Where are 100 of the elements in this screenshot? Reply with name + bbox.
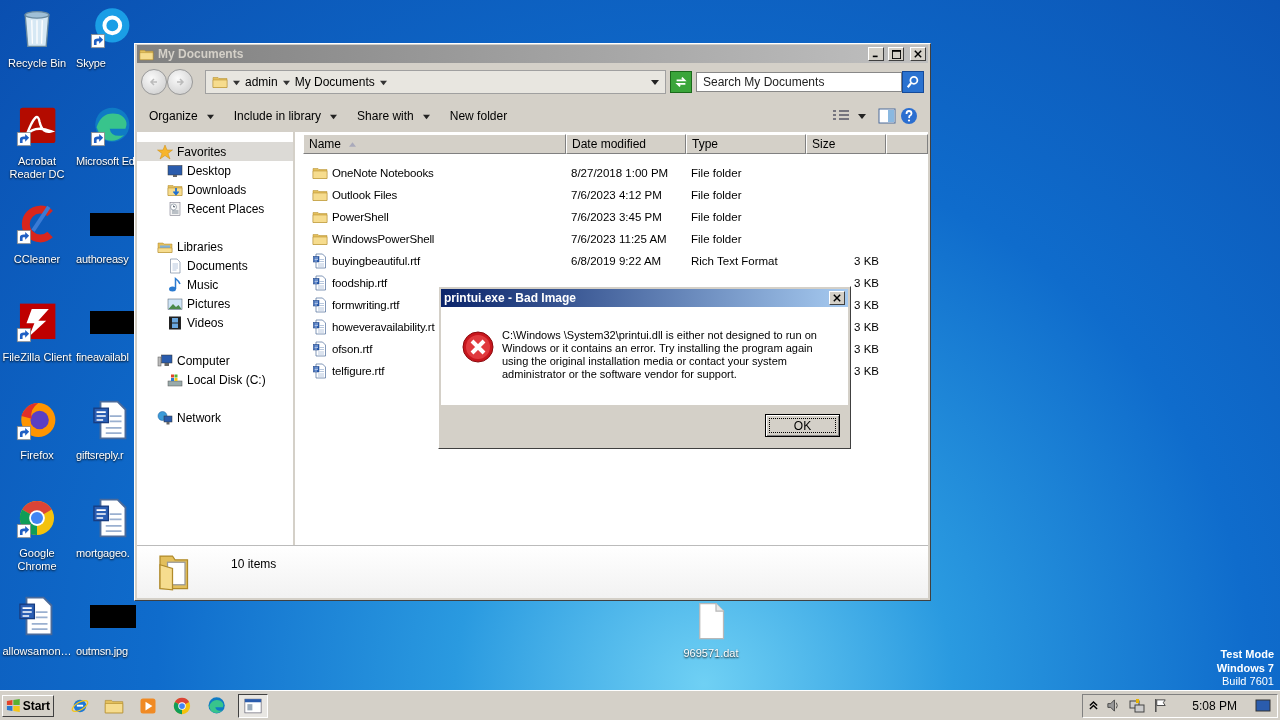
caret-icon[interactable]	[379, 78, 387, 86]
document-icon[interactable]	[312, 253, 328, 269]
network-icon[interactable]	[1129, 697, 1146, 714]
document-icon[interactable]	[312, 275, 328, 291]
document-icon[interactable]	[312, 297, 328, 313]
column-header[interactable]	[886, 134, 928, 154]
file-name[interactable]: foodship.rtf	[332, 277, 388, 289]
app-icon[interactable]	[90, 7, 132, 49]
document-icon[interactable]	[312, 341, 328, 357]
toolbar-button[interactable]: New folder	[443, 105, 514, 127]
file-name[interactable]: formwriting.rtf	[332, 299, 400, 311]
file-name[interactable]: ofson.rtf	[332, 343, 373, 355]
caret-icon[interactable]	[651, 78, 659, 86]
close-button[interactable]	[910, 47, 926, 61]
nav-item[interactable]: Downloads	[137, 180, 293, 199]
nav-item[interactable]: Libraries	[137, 237, 293, 256]
icon-label[interactable]: FileZilla Client	[0, 351, 74, 364]
browser-icon[interactable]	[90, 105, 132, 147]
icon-label[interactable]: Firefox	[0, 449, 74, 462]
file-name[interactable]: buyingbeautiful.rtf	[332, 255, 420, 267]
column-header[interactable]: Type	[686, 134, 806, 154]
computer-icon	[157, 352, 173, 369]
icon-label[interactable]: giftsreply.r	[76, 449, 124, 462]
icon-label[interactable]: CCleaner	[0, 253, 74, 266]
document-icon[interactable]	[312, 319, 328, 335]
icon-label[interactable]: authoreasy	[76, 253, 129, 266]
redacted-thumbnail[interactable]	[90, 604, 136, 628]
back-arrow-icon	[148, 76, 160, 88]
clock[interactable]: 5:08 PM	[1192, 698, 1237, 713]
icon-label[interactable]: Google Chrome	[0, 547, 74, 573]
show-desktop-icon[interactable]	[1255, 698, 1271, 713]
icon-label[interactable]: Microsoft Ed	[76, 155, 135, 168]
icon-label[interactable]: Acrobat Reader DC	[0, 155, 74, 181]
document-icon[interactable]	[312, 363, 328, 379]
close-button[interactable]	[829, 291, 845, 305]
ok-button[interactable]: OK	[765, 414, 840, 437]
nav-item[interactable]: Network	[137, 408, 293, 427]
refresh-icon	[674, 75, 688, 89]
size-cell: 3 KB	[854, 277, 879, 289]
nav-item[interactable]: Music	[137, 275, 293, 294]
redacted-thumbnail[interactable]	[90, 212, 136, 236]
column-header[interactable]: Name	[303, 134, 566, 154]
refresh-button[interactable]	[670, 71, 692, 93]
nav-item[interactable]: Favorites	[137, 142, 293, 161]
search-button[interactable]	[902, 71, 924, 93]
breadcrumb[interactable]: My Documents	[294, 75, 375, 89]
column-header[interactable]: Date modified	[566, 134, 686, 154]
app-icon[interactable]	[16, 105, 58, 147]
redacted-thumbnail[interactable]	[90, 310, 136, 334]
icon-label[interactable]: outmsn.jpg	[76, 645, 128, 658]
maximize-button[interactable]	[888, 47, 904, 61]
icon-label[interactable]: Recycle Bin	[0, 57, 74, 70]
error-message: C:\Windows \System32\printui.dll is either not designed to run on Windows or it contains an error. Try installing the program again using the original installation media or contact your system administrator or the software vendor for support.	[502, 329, 818, 381]
toolbar-button[interactable]: Organize	[143, 105, 220, 127]
taskbar-button[interactable]	[238, 693, 268, 718]
caret-icon[interactable]	[282, 78, 290, 86]
file-name[interactable]: PowerShell	[332, 211, 389, 223]
app-icon[interactable]	[16, 301, 58, 343]
caret-icon[interactable]	[858, 112, 866, 120]
nav-item[interactable]: Videos	[137, 313, 293, 332]
breadcrumb[interactable]: admin	[245, 75, 278, 89]
nav-item[interactable]: Local Disk (C:)	[137, 370, 293, 389]
nav-item[interactable]: Recent Places	[137, 199, 293, 218]
date-cell: 6/8/2019 9:22 AM	[571, 255, 662, 267]
icon-label[interactable]: mortgageo.	[76, 547, 130, 560]
help-icon[interactable]	[900, 107, 918, 125]
forward-arrow-icon	[174, 76, 186, 88]
chevron-icon[interactable]	[1089, 700, 1099, 711]
nav-item[interactable]: Desktop	[137, 161, 293, 180]
browser-icon	[172, 695, 192, 716]
nav-item[interactable]: Computer	[137, 351, 293, 370]
nav-item[interactable]: Documents	[137, 256, 293, 275]
nav-item[interactable]: Pictures	[137, 294, 293, 313]
view-options-icon[interactable]	[832, 109, 850, 123]
type-cell: File folder	[691, 189, 742, 201]
start-button[interactable]: Start	[2, 694, 54, 717]
file-name[interactable]: telfigure.rtf	[332, 365, 385, 377]
preview-pane-icon[interactable]	[878, 108, 896, 124]
window-icon	[243, 695, 263, 716]
search-field[interactable]: Search My Documents	[696, 72, 902, 92]
address-bar[interactable]: admin My Documents	[205, 70, 666, 94]
error-icon	[462, 331, 494, 363]
icon-label[interactable]: fineavailabl	[76, 351, 129, 364]
network-icon	[157, 409, 173, 426]
icon-label[interactable]: Skype	[76, 57, 106, 70]
file-name[interactable]: Outlook Files	[332, 189, 398, 201]
caret-icon[interactable]	[233, 78, 240, 86]
toolbar-button[interactable]: Include in library	[227, 105, 344, 127]
toolbar-button[interactable]: Share with	[351, 105, 436, 127]
flag-icon[interactable]	[1153, 698, 1169, 713]
file-name[interactable]: OneNote Notebooks	[332, 167, 434, 179]
recent-places-icon	[167, 200, 183, 217]
column-header[interactable]: Size	[806, 134, 886, 154]
icon-label[interactable]: allowsamon…	[0, 645, 74, 658]
minimize-button[interactable]	[868, 47, 884, 61]
date-cell: 7/6/2023 11:25 AM	[571, 233, 667, 245]
window-title: My Documents	[158, 47, 244, 61]
file-name[interactable]: howeveravailability.rt	[332, 321, 435, 333]
size-cell: 3 KB	[854, 299, 879, 311]
file-name[interactable]: WindowsPowerShell	[332, 233, 435, 245]
